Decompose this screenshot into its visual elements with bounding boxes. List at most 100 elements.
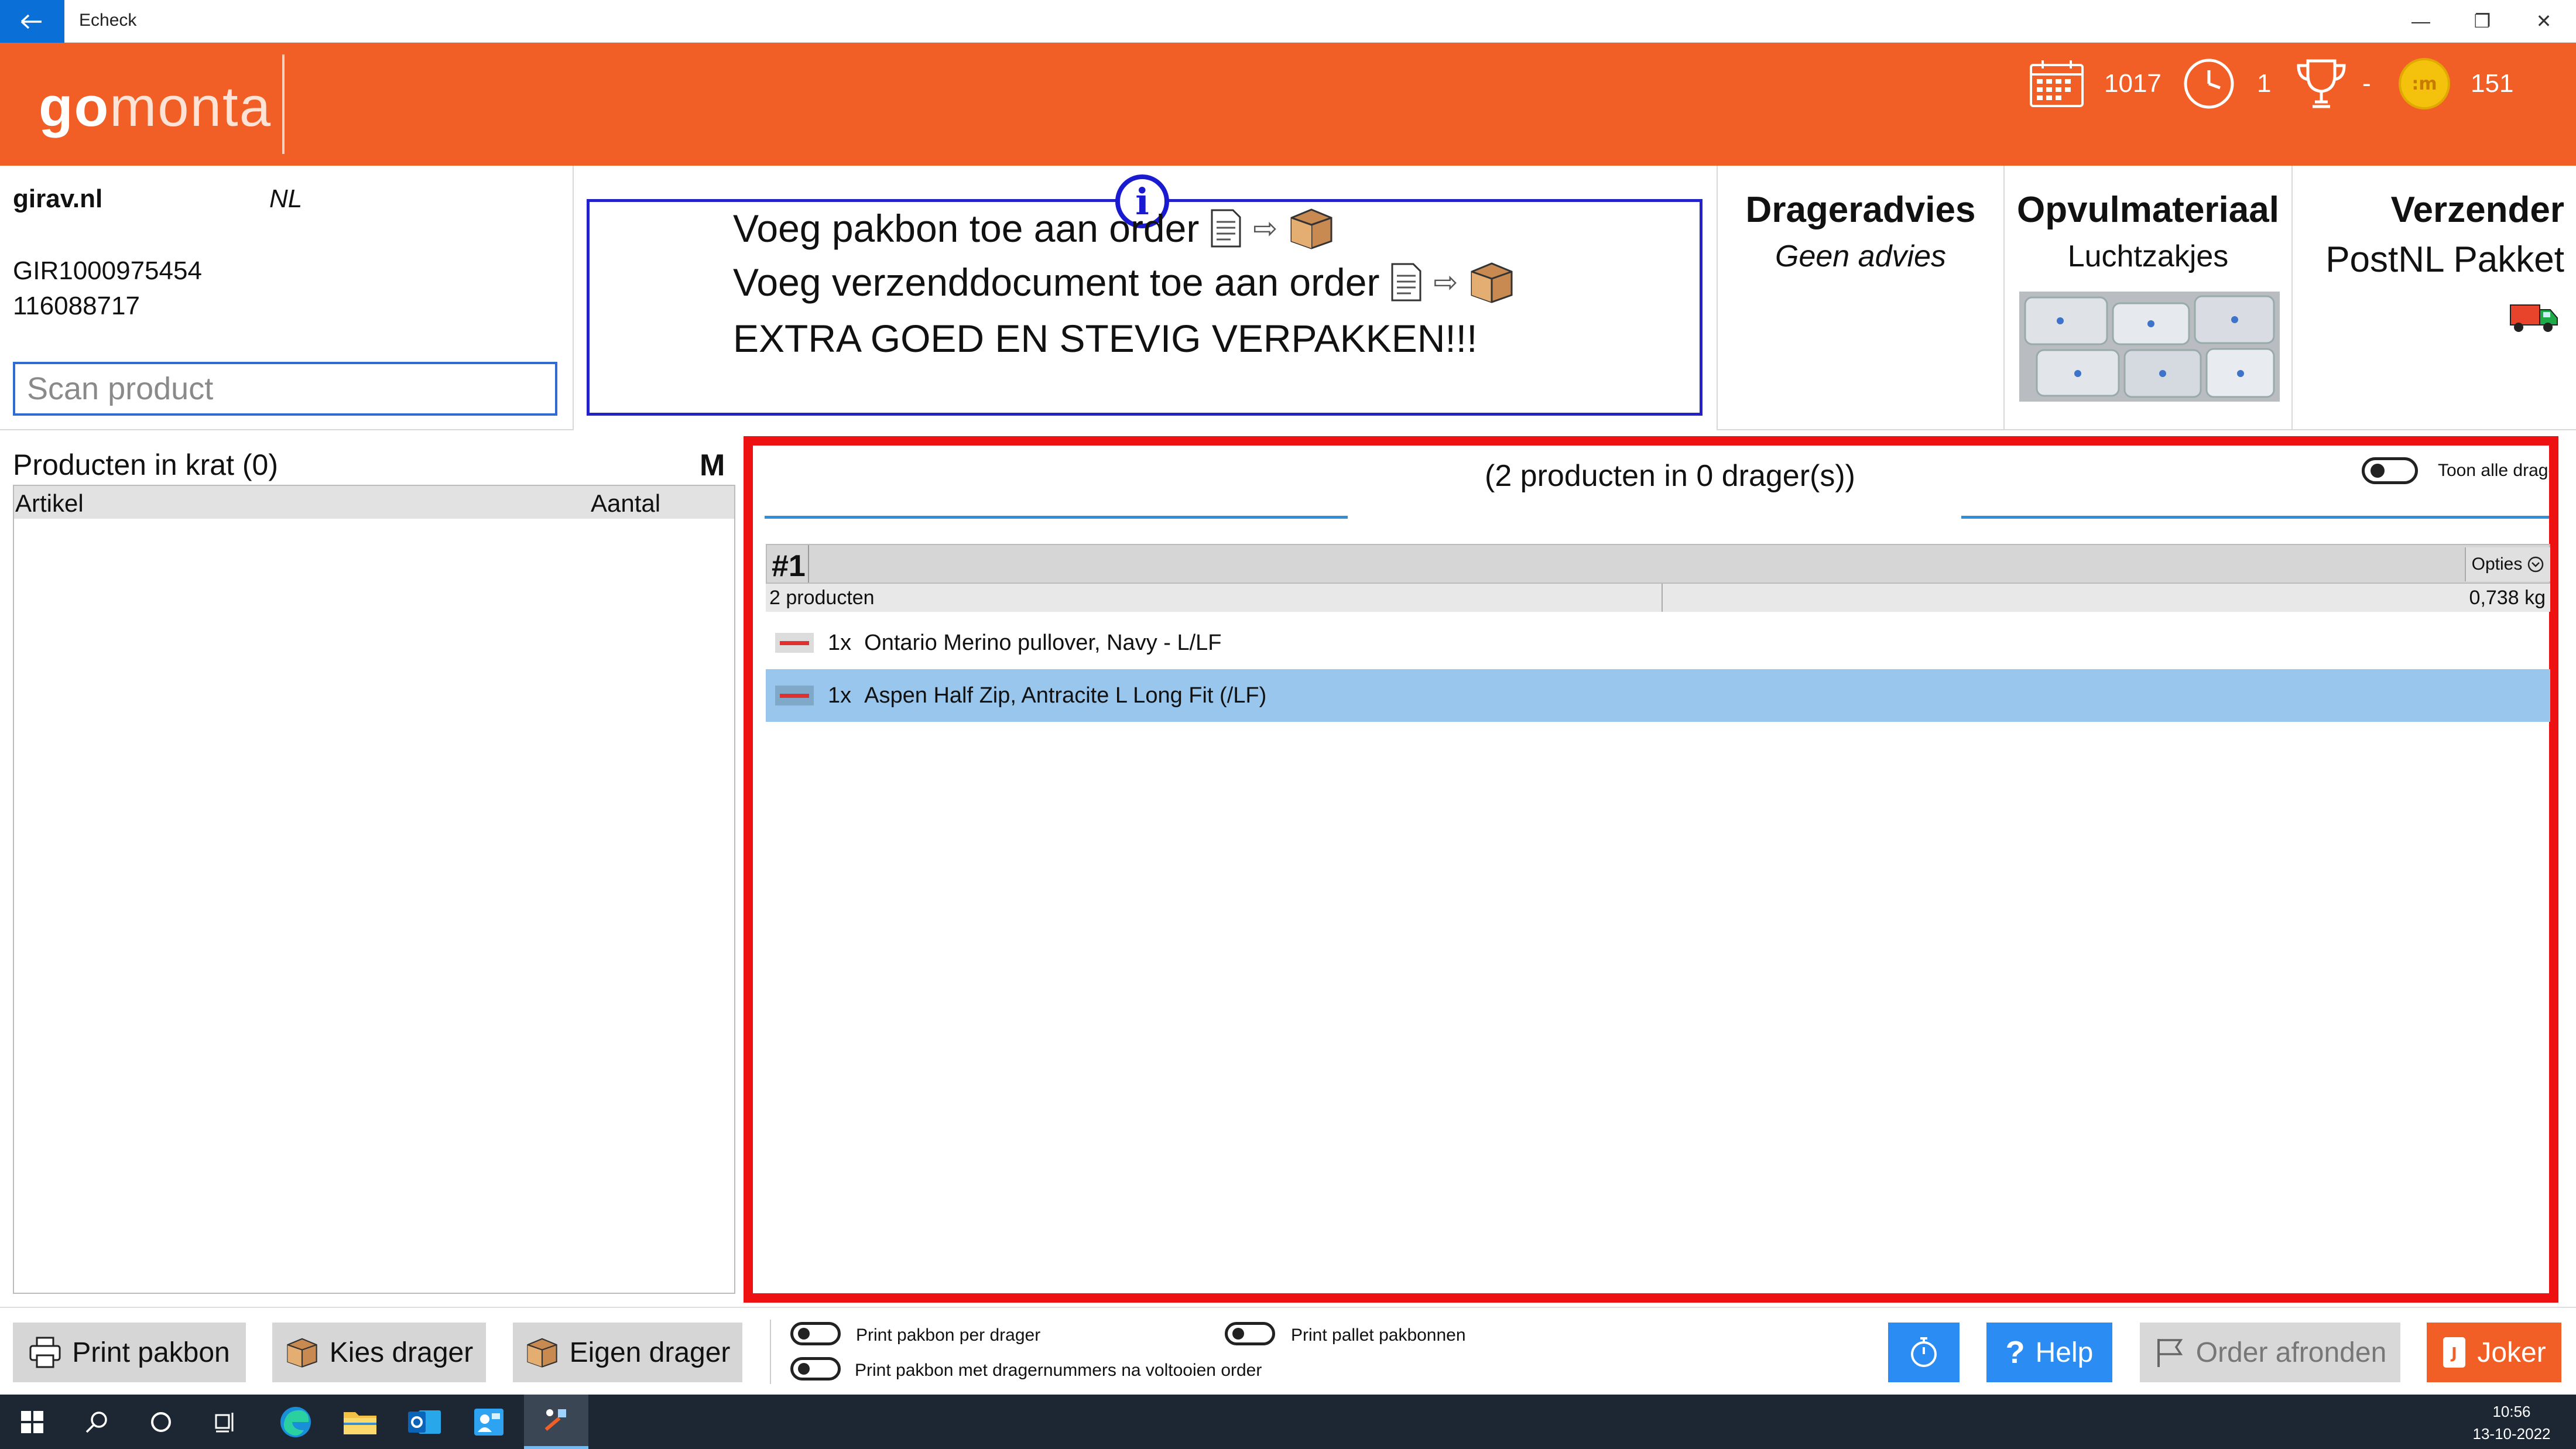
folder-icon [344,1412,376,1434]
start-button[interactable] [0,1395,64,1449]
calendar-icon [2030,60,2084,107]
window-title: Echeck [79,11,137,30]
own-carrier-button[interactable]: Eigen drager [513,1323,742,1382]
filler-material-value: Luchtzakjes [2067,239,2229,273]
search-button[interactable] [64,1395,129,1449]
toolbar-divider [770,1320,771,1384]
shipper-value: PostNL Pakket [2325,239,2564,280]
printer-icon [29,1337,61,1368]
help-button[interactable]: ? Help [1986,1323,2112,1382]
remove-item-button[interactable] [775,633,814,653]
choose-carrier-label: Kies drager [329,1337,474,1368]
carrier-product-count: 2 producten [769,587,875,609]
order-number: 116088717 [13,292,140,320]
print-with-carrier-numbers-toggle[interactable] [790,1357,841,1381]
instruction-text: Voeg pakbon toe aan order [733,207,1200,250]
carrier-product-row-selected[interactable]: 1x Aspen Half Zip, Antracite L Long Fit … [766,669,2550,722]
trophy-value: - [2362,69,2371,98]
carrier-product-row[interactable]: 1x Ontario Merino pullover, Navy - L/LF [766,616,2550,669]
task-view-icon [215,1412,234,1432]
document-icon [1391,263,1421,302]
clock-date: 13-10-2022 [2472,1425,2551,1443]
remove-item-button[interactable] [775,686,814,705]
clock-stat [2183,59,2235,109]
print-per-carrier-toggle[interactable] [790,1322,841,1345]
print-packslip-label: Print pakbon [72,1337,230,1368]
task-view-button[interactable] [193,1395,258,1449]
back-button[interactable] [0,0,64,43]
order-info-panel: girav.nl NL GIR1000975454 116088717 [0,166,574,430]
minimize-button[interactable]: — [2392,6,2450,36]
instruction-line-packslip: Voeg pakbon toe aan order ⇨ [733,206,1335,251]
calendar-stat [2029,60,2085,107]
trophy-stat [2295,59,2348,108]
svg-text::m: :m [2411,74,2437,94]
print-pallet-toggle[interactable] [1225,1322,1275,1345]
finish-order-label: Order afronden [2195,1337,2387,1368]
cortana-button[interactable] [129,1395,193,1449]
package-icon [1471,262,1513,303]
carriers-panel: (2 producten in 0 drager(s)) Toon alle d… [744,436,2558,1303]
package-icon [1290,208,1332,249]
edge-taskbar-button[interactable] [263,1395,328,1449]
restore-button[interactable]: ❐ [2453,6,2512,36]
outlook-button[interactable] [392,1395,457,1449]
remote-app-button[interactable] [457,1395,521,1449]
remote-desktop-icon [474,1408,503,1436]
package-icon [526,1338,557,1368]
clock-count: 1 [2257,69,2272,98]
air-bags-image [2019,292,2280,402]
print-packslip-button[interactable]: Print pakbon [13,1323,246,1382]
scan-product-input[interactable] [13,362,557,416]
clock-time: 10:56 [2492,1403,2531,1420]
timer-button[interactable] [1888,1323,1960,1382]
own-carrier-label: Eigen drager [569,1337,731,1368]
stopwatch-icon [1911,1337,1937,1367]
calendar-count: 1017 [2104,69,2161,98]
print-with-carrier-numbers-label: Print pakbon met dragernummers na voltoo… [855,1361,1262,1380]
close-button[interactable]: ✕ [2515,6,2573,36]
joker-button[interactable]: J Joker [2427,1323,2561,1382]
clock-icon [2184,59,2234,109]
arrow-icon: ⇨ [1433,265,1458,299]
item-quantity: 1x [828,683,852,708]
shipper-panel: Verzender PostNL Pakket [2291,166,2576,430]
truck-icon [2510,304,2558,332]
carrier-header: #1 Opties [766,544,2550,584]
gomonta-logo: gomonta [39,76,272,138]
package-icon [287,1338,317,1368]
show-all-carriers-label: Toon alle dragers [2438,461,2549,480]
carrier-advice-value: Geen advies [1775,239,1946,273]
summary-line-left [765,516,1348,519]
carrier-weight: 0,738 kg [2469,587,2546,609]
carrier-advice-panel: Drageradvies Geen advies [1717,166,2003,430]
choose-carrier-button[interactable]: Kies drager [272,1323,486,1382]
carrier-summary-row: 2 producten 0,738 kg [766,584,2550,612]
instruction-line-shipping-doc: Voeg verzenddocument toe aan order ⇨ [733,260,1515,304]
crate-size: M [700,448,725,482]
country-code: NL [269,184,303,213]
finish-order-button[interactable]: Order afronden [2140,1323,2400,1382]
print-per-carrier-label: Print pakbon per drager [856,1325,1041,1345]
coin-stat: :m [2397,58,2451,109]
filler-material-panel: Opvulmateriaal Luchtzakjes [2003,166,2291,430]
echeck-app-icon [544,1409,566,1431]
file-explorer-button[interactable] [328,1395,392,1449]
carrier-advice-title: Drageradvies [1745,190,1976,230]
filler-material-title: Opvulmateriaal [2017,190,2279,230]
joker-card-icon: J [2443,1337,2466,1368]
item-quantity: 1x [828,630,852,655]
carrier-options-button[interactable]: Opties [2465,547,2550,581]
carrier-number-divider [808,545,809,583]
carrier-number: #1 [772,549,806,583]
echeck-app-button[interactable] [524,1395,588,1449]
column-amount: Aantal [591,489,661,517]
minus-icon [780,640,809,645]
crate-product-table: Artikel Aantal [13,485,735,1294]
taskbar-clock[interactable]: 10:56 13-10-2022 [2459,1400,2564,1445]
arrow-left-icon [20,14,42,29]
summary-line-right [1961,516,2549,519]
show-all-carriers-toggle[interactable] [2362,457,2418,484]
item-name: Aspen Half Zip, Antracite L Long Fit (/L… [864,683,1267,708]
svg-text:J: J [2450,1345,2457,1362]
